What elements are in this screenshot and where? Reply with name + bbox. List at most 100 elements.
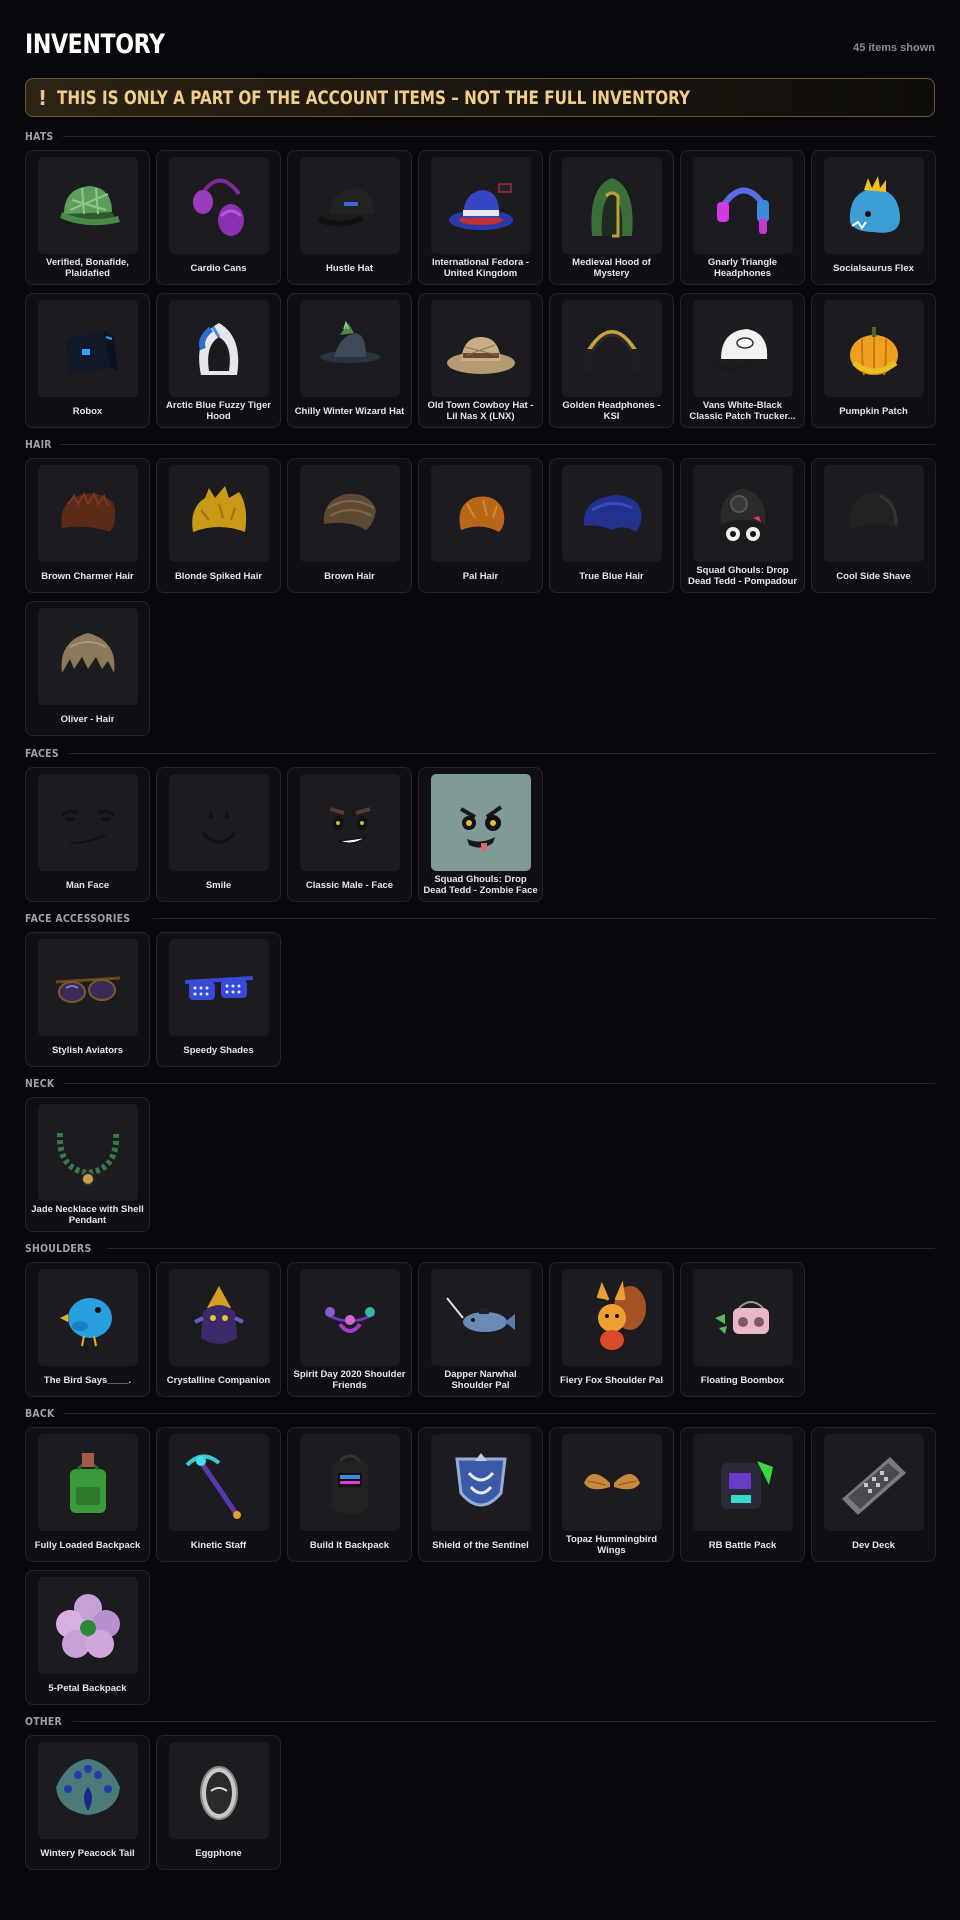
item-card[interactable]: Brown Charmer Hair <box>25 458 150 593</box>
item-card[interactable]: Old Town Cowboy Hat - Lil Nas X (LNX) <box>418 293 543 428</box>
item-card[interactable]: Brown Hair <box>287 458 412 593</box>
section-divider <box>68 752 935 754</box>
item-name: Brown Hair <box>292 560 407 592</box>
item-name-text: Kinetic Staff <box>190 1539 247 1551</box>
eggphone-icon <box>169 1742 269 1839</box>
brown-hair-icon <box>38 465 138 562</box>
item-card[interactable]: Gnarly Triangle Headphones <box>680 150 805 285</box>
blonde-hair-icon <box>169 465 269 562</box>
section-label-text: FACES <box>25 746 59 760</box>
page-header: INVENTORY 45 items shown <box>25 28 935 62</box>
item-card[interactable]: Dapper Narwhal Shoulder Pal <box>418 1262 543 1397</box>
item-card[interactable]: Floating Boombox <box>680 1262 805 1397</box>
item-name: The Bird Says____. <box>30 1364 145 1396</box>
item-card[interactable]: Arctic Blue Fuzzy Tiger Hood <box>156 293 281 428</box>
item-card[interactable]: Man Face <box>25 767 150 902</box>
blue-fedora-icon <box>431 157 531 254</box>
item-name-text: Fully Loaded Backpack <box>34 1539 141 1551</box>
item-name: Smile <box>161 869 276 901</box>
flower-backpack-icon <box>38 1577 138 1674</box>
item-card[interactable]: Spirit Day 2020 Shoulder Friends <box>287 1262 412 1397</box>
item-name-text: Man Face <box>65 879 110 891</box>
item-card[interactable]: Fiery Fox Shoulder Pal <box>549 1262 674 1397</box>
golden-headphones-icon <box>562 300 662 397</box>
narwhal-icon <box>431 1269 531 1366</box>
item-card[interactable]: 5-Petal Backpack <box>25 1570 150 1705</box>
item-card[interactable]: Stylish Aviators <box>25 932 150 1067</box>
item-card[interactable]: Crystalline Companion <box>156 1262 281 1397</box>
item-name: Spirit Day 2020 Shoulder Friends <box>292 1364 407 1396</box>
item-name: Dapper Narwhal Shoulder Pal <box>423 1364 538 1396</box>
section-label-text: NECK <box>25 1076 55 1090</box>
item-card[interactable]: Speedy Shades <box>156 932 281 1067</box>
item-name-text: Verified, Bonafide, Plaidafied <box>46 257 129 279</box>
speedy-shades-icon <box>169 939 269 1036</box>
item-name: Pal Hair <box>423 560 538 592</box>
item-name: International Fedora - United Kingdom <box>423 252 538 284</box>
item-name: Pumpkin Patch <box>816 395 931 427</box>
orange-hair-icon <box>431 465 531 562</box>
item-card[interactable]: Verified, Bonafide, Plaidafied <box>25 150 150 285</box>
item-card[interactable]: Medieval Hood of Mystery <box>549 150 674 285</box>
item-card[interactable]: Wintery Peacock Tail <box>25 1735 150 1870</box>
item-card[interactable]: Blonde Spiked Hair <box>156 458 281 593</box>
item-card[interactable]: Kinetic Staff <box>156 1427 281 1562</box>
item-name: Squad Ghouls: Drop Dead Tedd - Zombie Fa… <box>423 869 538 901</box>
item-name: RB Battle Pack <box>685 1529 800 1561</box>
item-name-text: Jade Necklace with Shell Pendant <box>31 1204 144 1226</box>
item-card[interactable]: Eggphone <box>156 1735 281 1870</box>
item-card[interactable]: Golden Headphones - KSI <box>549 293 674 428</box>
item-card[interactable]: True Blue Hair <box>549 458 674 593</box>
wings-icon <box>562 1434 662 1531</box>
item-card[interactable]: Cool Side Shave <box>811 458 936 593</box>
item-card[interactable]: Build It Backpack <box>287 1427 412 1562</box>
item-card[interactable]: Squad Ghouls: Drop Dead Tedd - Zombie Fa… <box>418 767 543 902</box>
item-card[interactable]: Dev Deck <box>811 1427 936 1562</box>
item-card[interactable]: Socialsaurus Flex <box>811 150 936 285</box>
item-card[interactable]: Jade Necklace with Shell Pendant <box>25 1097 150 1232</box>
item-name: Brown Charmer Hair <box>30 560 145 592</box>
item-card[interactable]: Vans White-Black Classic Patch Trucker..… <box>680 293 805 428</box>
man-face-icon <box>38 774 138 871</box>
item-name-text: Build It Backpack <box>309 1539 390 1551</box>
section-label-text: SHOULDERS <box>25 1241 92 1255</box>
item-card[interactable]: Hustle Hat <box>287 150 412 285</box>
section-label: OTHER <box>25 1714 935 1728</box>
item-card[interactable]: Chilly Winter Wizard Hat <box>287 293 412 428</box>
item-card[interactable]: Squad Ghouls: Drop Dead Tedd - Pompadour <box>680 458 805 593</box>
pompadour-hair-icon <box>693 465 793 562</box>
section-divider <box>63 1412 935 1414</box>
item-card[interactable]: Pal Hair <box>418 458 543 593</box>
battle-pack-icon <box>693 1434 793 1531</box>
blue-bird-icon <box>38 1269 138 1366</box>
item-card[interactable]: The Bird Says____. <box>25 1262 150 1397</box>
item-name: Kinetic Staff <box>161 1529 276 1561</box>
item-name: Fully Loaded Backpack <box>30 1529 145 1561</box>
item-card[interactable]: Pumpkin Patch <box>811 293 936 428</box>
dino-hat-icon <box>824 157 924 254</box>
item-card[interactable]: International Fedora - United Kingdom <box>418 150 543 285</box>
item-card[interactable]: Fully Loaded Backpack <box>25 1427 150 1562</box>
black-backpack-icon <box>300 1434 400 1531</box>
item-name-text: Arctic Blue Fuzzy Tiger Hood <box>166 400 271 422</box>
jade-necklace-icon <box>38 1104 138 1201</box>
item-card[interactable]: Topaz Hummingbird Wings <box>549 1427 674 1562</box>
item-card[interactable]: Smile <box>156 767 281 902</box>
item-name: Man Face <box>30 869 145 901</box>
item-card[interactable]: Classic Male - Face <box>287 767 412 902</box>
item-name-text: Fiery Fox Shoulder Pal <box>560 1374 663 1386</box>
item-card[interactable]: RB Battle Pack <box>680 1427 805 1562</box>
item-card[interactable]: Shield of the Sentinel <box>418 1427 543 1562</box>
item-name-text: Blonde Spiked Hair <box>174 570 263 582</box>
item-card[interactable]: Cardio Cans <box>156 150 281 285</box>
item-name-text: Gnarly Triangle Headphones <box>707 257 778 279</box>
page-title: INVENTORY <box>25 29 165 60</box>
pink-blue-headphones-icon <box>693 157 793 254</box>
section-divider <box>62 135 935 137</box>
item-name: Build It Backpack <box>292 1529 407 1561</box>
black-cap-icon <box>300 157 400 254</box>
item-card[interactable]: Robox <box>25 293 150 428</box>
classic-male-face-icon <box>300 774 400 871</box>
item-card[interactable]: Oliver - Hair <box>25 601 150 736</box>
item-name: Floating Boombox <box>685 1364 800 1396</box>
